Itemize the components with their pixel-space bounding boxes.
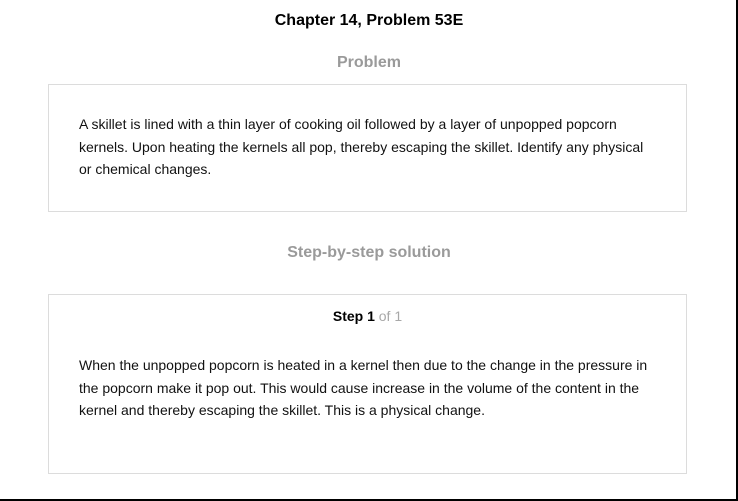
page-title: Chapter 14, Problem 53E <box>274 12 464 29</box>
problem-text: A skillet is lined with a thin layer of … <box>79 116 644 177</box>
problem-card: A skillet is lined with a thin layer of … <box>48 84 687 212</box>
step-total: of 1 <box>378 308 403 324</box>
solution-text: When the unpopped popcorn is heated in a… <box>79 357 648 418</box>
step-indicator: Step 1 of 1 <box>49 307 686 325</box>
problem-heading: Problem <box>336 54 401 71</box>
solution-card: Step 1 of 1 When the unpopped popcorn is… <box>48 294 687 474</box>
solution-heading: Step-by-step solution <box>287 244 451 261</box>
step-number: Step 1 <box>332 308 375 324</box>
